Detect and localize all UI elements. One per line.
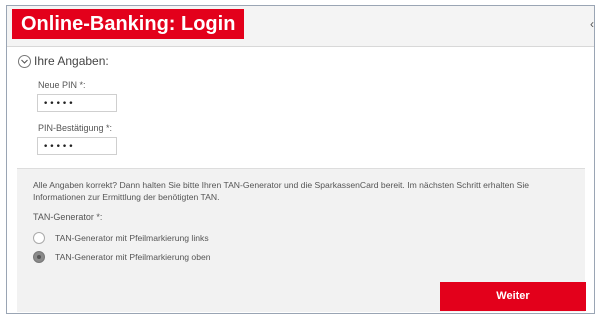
neue-pin-input[interactable]: ••••• xyxy=(37,94,117,112)
page-title: Online-Banking: Login xyxy=(12,9,245,39)
tan-option-links[interactable]: TAN-Generator mit Pfeilmarkierung links xyxy=(33,232,209,244)
neue-pin-label: Neue PIN *: xyxy=(38,80,86,90)
collapse-icon[interactable]: ‹ xyxy=(584,14,594,34)
login-window: Online-Banking: Login ‹ Ihre Angaben: Ne… xyxy=(6,5,595,314)
tan-option-label: TAN-Generator mit Pfeilmarkierung links xyxy=(55,233,209,243)
section-toggle[interactable]: Ihre Angaben: xyxy=(18,54,109,68)
tan-option-label: TAN-Generator mit Pfeilmarkierung oben xyxy=(55,252,211,262)
info-text: Alle Angaben korrekt? Dann halten Sie bi… xyxy=(33,180,530,202)
pin-bestaetigung-label: PIN-Bestätigung *: xyxy=(38,123,113,133)
radio-button[interactable] xyxy=(33,232,45,244)
section-title: Ihre Angaben: xyxy=(34,54,109,68)
pin-bestaetigung-input[interactable]: ••••• xyxy=(37,137,117,155)
tan-info-panel: Alle Angaben korrekt? Dann halten Sie bi… xyxy=(17,168,586,312)
weiter-button[interactable]: Weiter xyxy=(440,282,586,311)
tan-option-oben[interactable]: TAN-Generator mit Pfeilmarkierung oben xyxy=(33,251,211,263)
tan-generator-label: TAN-Generator *: xyxy=(33,212,103,222)
circle-chevron-down-icon xyxy=(18,54,31,68)
radio-button-selected[interactable] xyxy=(33,251,45,263)
header-bar: Online-Banking: Login ‹ xyxy=(7,6,594,47)
